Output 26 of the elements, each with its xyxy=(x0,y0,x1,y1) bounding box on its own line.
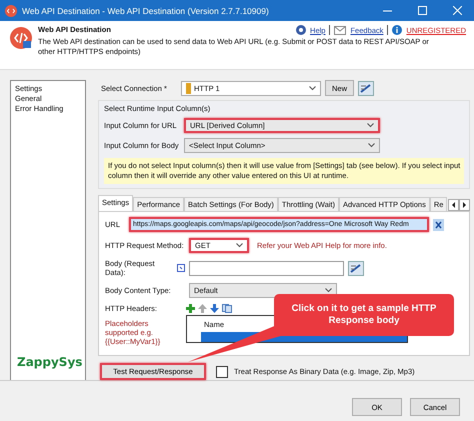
edit-icon[interactable] xyxy=(348,260,364,276)
maximize-icon[interactable] xyxy=(418,6,427,15)
api-logo-icon xyxy=(10,27,32,49)
help-icon xyxy=(296,25,306,35)
copy-icon[interactable] xyxy=(222,304,232,313)
clear-icon[interactable] xyxy=(433,218,444,230)
callout-tooltip: Click on it to get a sample HTTP Response body xyxy=(274,294,454,336)
add-icon[interactable] xyxy=(186,304,195,313)
app-icon xyxy=(5,4,17,16)
window-title: Web API Destination - Web API Destination (Version 2.7.7.10909) xyxy=(22,6,270,16)
binary-checkbox[interactable] xyxy=(216,366,228,378)
close-icon[interactable] xyxy=(453,6,462,15)
caret-icon xyxy=(325,288,332,293)
info-icon xyxy=(392,25,402,35)
help-box-icon[interactable] xyxy=(177,264,185,272)
envelope-icon xyxy=(334,26,346,34)
body-field[interactable] xyxy=(189,260,344,276)
move-down-icon[interactable] xyxy=(210,304,219,313)
scroll-left-icon[interactable] xyxy=(448,199,460,211)
scroll-right-icon[interactable] xyxy=(459,199,470,211)
caret-icon xyxy=(236,243,243,248)
edit-icon[interactable] xyxy=(358,80,374,96)
caret-icon xyxy=(309,86,316,90)
zappysys-logo: ZappySys xyxy=(17,355,82,369)
caret-icon xyxy=(367,123,374,128)
caret-icon xyxy=(368,143,375,148)
